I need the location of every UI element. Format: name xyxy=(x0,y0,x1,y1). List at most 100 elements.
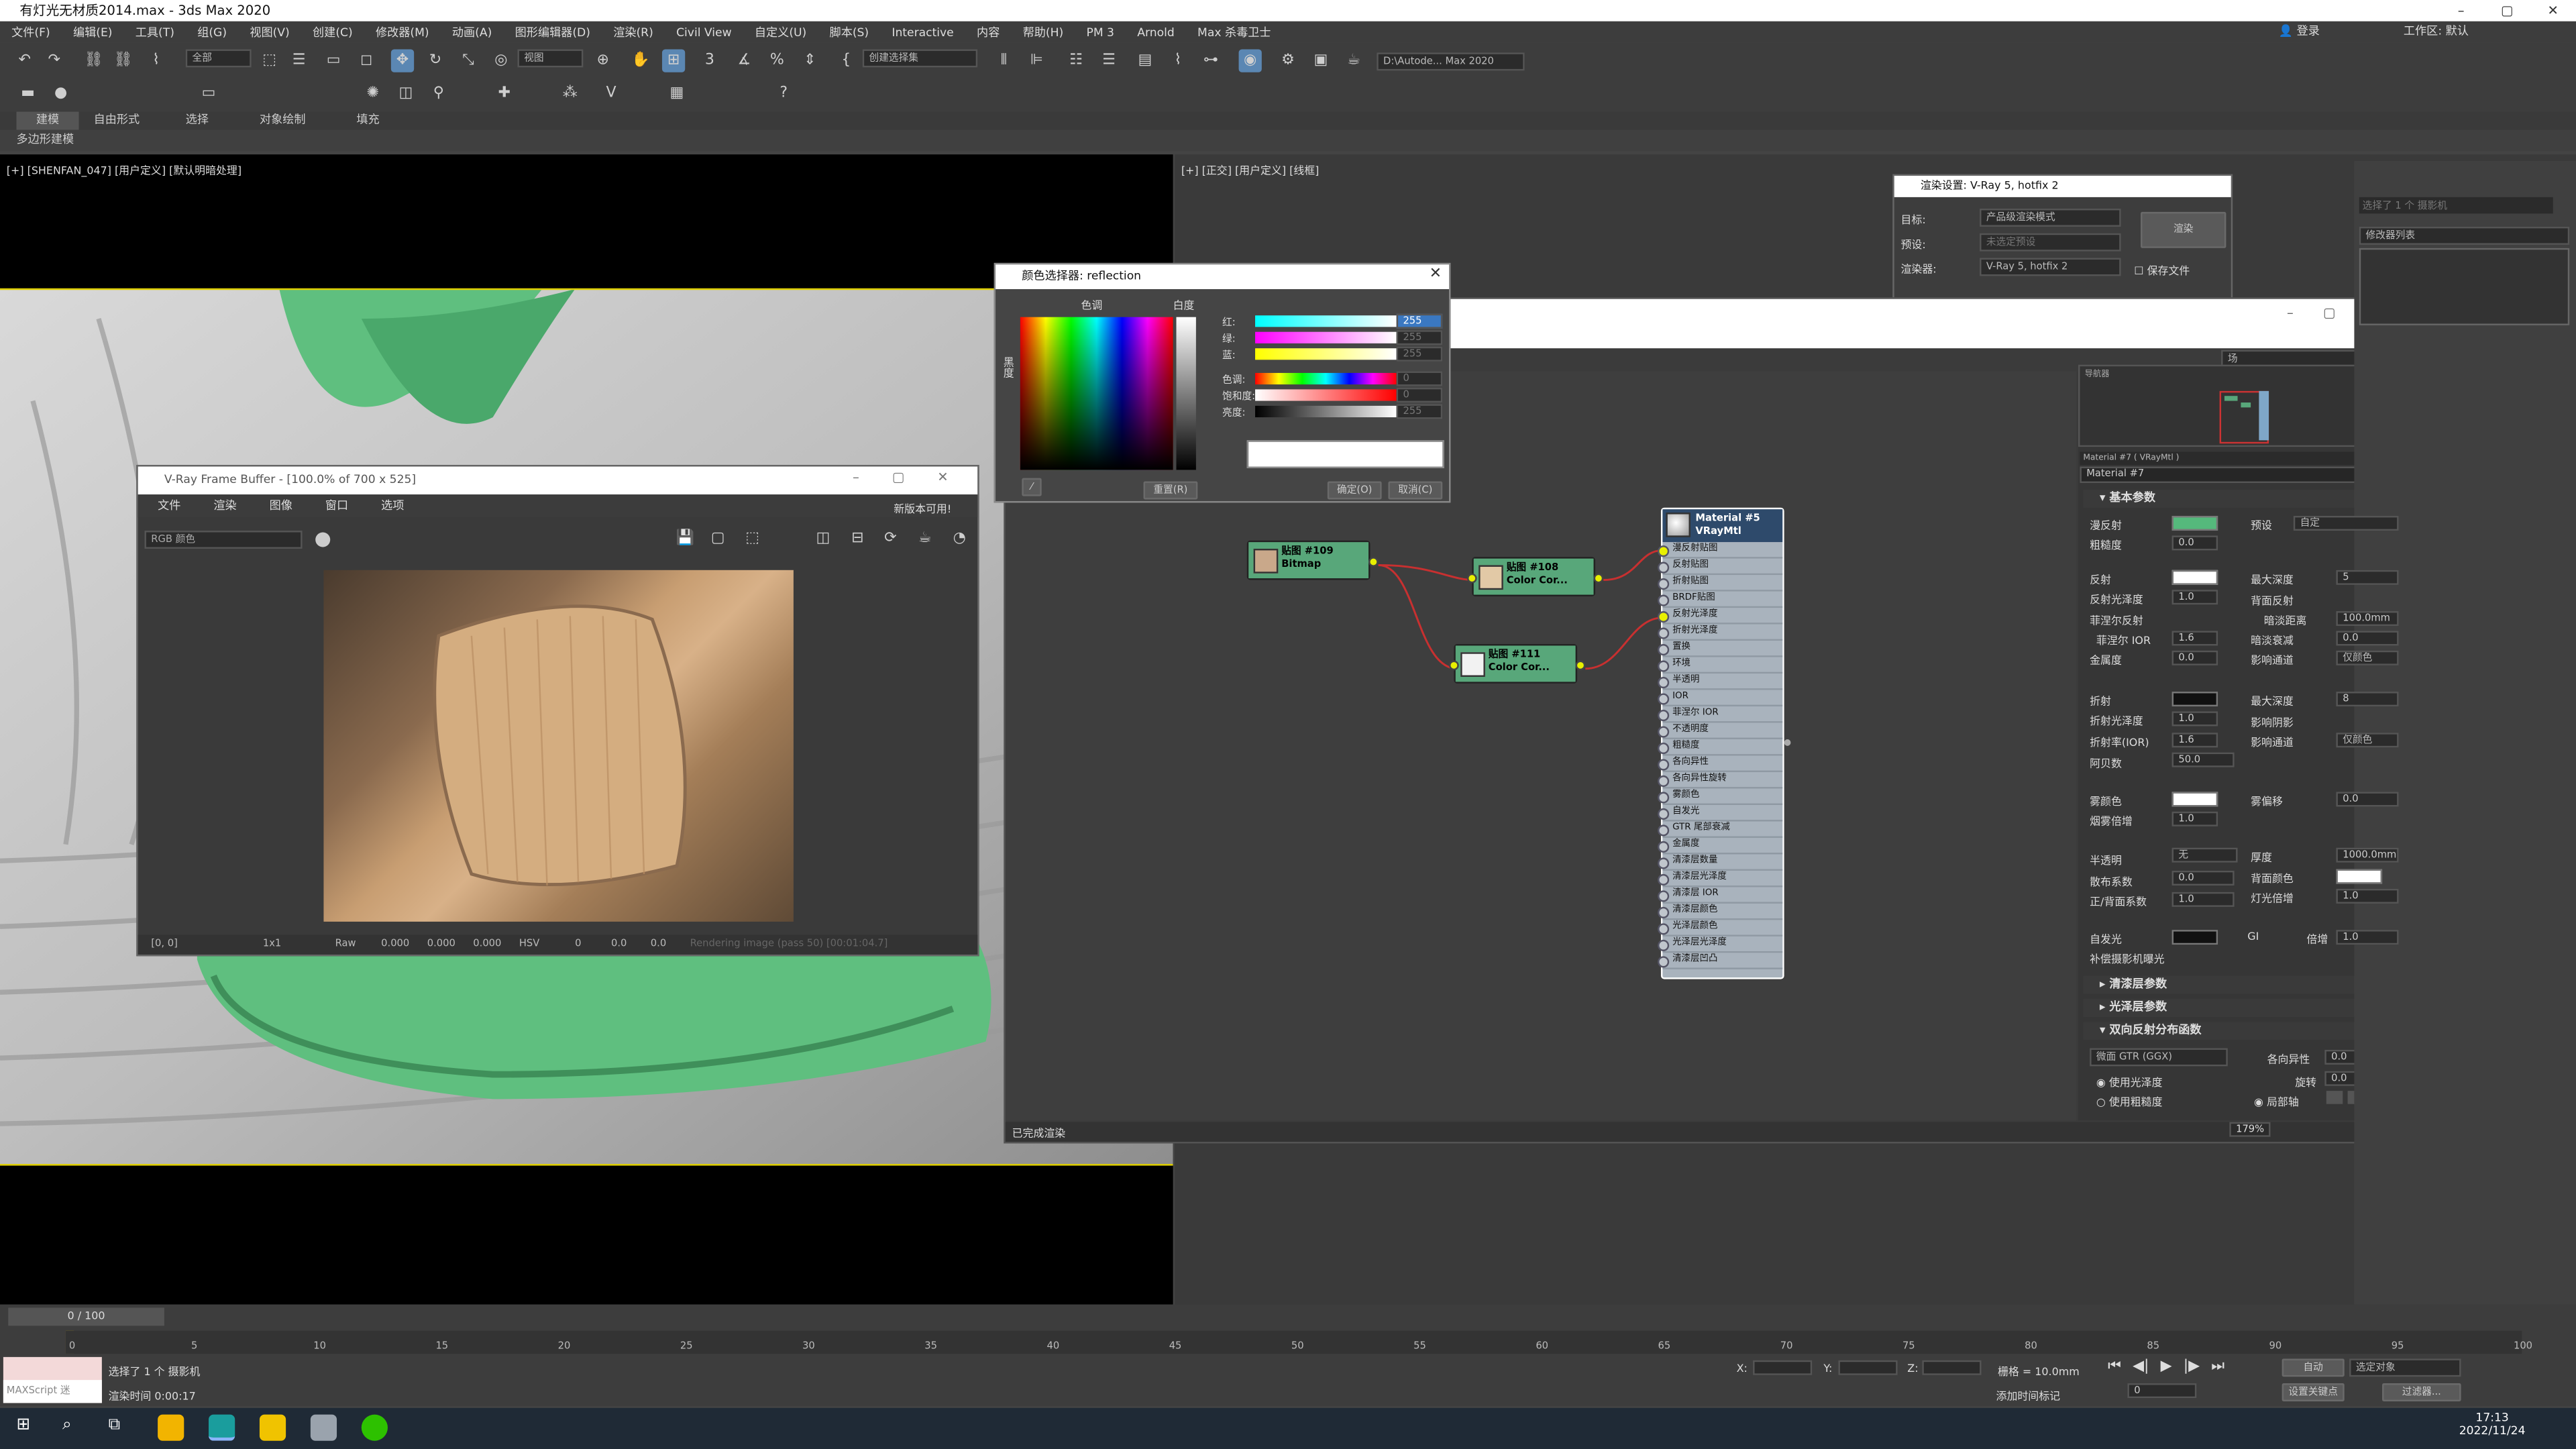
time-slider[interactable]: 0 / 100 xyxy=(8,1307,164,1326)
material-slot[interactable]: 环境 xyxy=(1658,657,1783,674)
channel-slider[interactable] xyxy=(1255,331,1397,343)
material-slot[interactable]: 折射光泽度 xyxy=(1658,624,1783,641)
refl-gloss-spinner[interactable]: 1.0 xyxy=(2171,590,2218,605)
compare-icon[interactable]: ⊟ xyxy=(846,527,869,550)
curve-editor-icon[interactable]: ⌇ xyxy=(1167,49,1189,72)
material-slot[interactable]: 各向异性旋转 xyxy=(1658,772,1783,789)
task-view-icon[interactable]: ⧉ xyxy=(109,1416,120,1434)
file-explorer-icon[interactable] xyxy=(259,1414,286,1441)
window-icon[interactable]: ◻ xyxy=(355,49,378,72)
channel-value-spinner[interactable]: 255 xyxy=(1396,313,1443,329)
whiteness-slider[interactable] xyxy=(1176,317,1196,470)
render-button[interactable]: 渲染 xyxy=(2141,211,2226,248)
rendered-frame-icon[interactable]: ▣ xyxy=(1309,49,1332,72)
gi-checkbox[interactable]: GI xyxy=(2247,930,2259,943)
selection-filter-dropdown[interactable]: 全部 xyxy=(185,49,252,68)
playback-controls[interactable]: ⏮ ◀| ▶ |▶ ⏭ xyxy=(2108,1358,2224,1375)
fresnel-checkbox[interactable]: 菲涅尔反射 xyxy=(2090,611,2143,628)
workspace-selector[interactable]: 工作区: 默认 xyxy=(2404,23,2469,39)
vfb-menu-item[interactable]: 文件 xyxy=(158,494,180,517)
region-icon[interactable]: ⬚ xyxy=(741,527,763,550)
unlink-icon[interactable]: ⛓ xyxy=(112,49,135,72)
material-slot[interactable]: 折射贴图 xyxy=(1658,575,1783,592)
translucency-dropdown[interactable]: 无 xyxy=(2171,847,2238,863)
material-editor-icon[interactable]: ◉ xyxy=(1238,49,1262,72)
reference-coord-dropdown[interactable]: 视图 xyxy=(517,49,584,68)
channel-slider[interactable] xyxy=(1255,315,1397,327)
preset-dropdown[interactable]: 未选定预设 xyxy=(1980,233,2121,252)
color-correct-node-108[interactable]: 贴图 #108 Color Cor... xyxy=(1466,557,1604,596)
abbe-spinner[interactable]: 50.0 xyxy=(2171,752,2235,767)
placement-icon[interactable]: ◎ xyxy=(490,49,513,72)
light-mult-spinner[interactable]: 1.0 xyxy=(2336,888,2399,904)
affect-channels-dropdown[interactable]: 仅颜色 xyxy=(2336,650,2399,665)
diffuse-color[interactable] xyxy=(2171,515,2218,531)
select-icon[interactable]: ⬚ xyxy=(258,49,280,72)
wechat-icon[interactable] xyxy=(361,1414,388,1441)
lock-icon[interactable]: ◫ xyxy=(812,527,835,550)
menu-item[interactable]: Max 杀毒卫士 xyxy=(1186,24,1283,40)
menu-item[interactable]: 帮助(H) xyxy=(1011,24,1075,40)
mirror-icon[interactable]: ⫴ xyxy=(992,49,1015,72)
save-icon[interactable]: 💾 xyxy=(674,527,696,550)
clock[interactable]: 17:13 2022/11/24 xyxy=(2451,1411,2533,1438)
light-icon[interactable]: ✺ xyxy=(362,82,384,105)
app-icon[interactable] xyxy=(310,1414,337,1441)
link-icon[interactable]: ⛓ xyxy=(82,49,105,72)
fog-color[interactable] xyxy=(2171,792,2218,807)
material-slot[interactable]: 反射贴图 xyxy=(1658,558,1783,576)
reflect-color[interactable] xyxy=(2171,570,2218,585)
material-slot[interactable]: 清漆层数量 xyxy=(1658,854,1783,871)
ribbon-tab-populate[interactable]: 填充 xyxy=(356,112,379,130)
reset-button[interactable]: 重置(R) xyxy=(1143,481,1198,500)
named-selection-set-dropdown[interactable]: 创建选择集 xyxy=(862,49,978,68)
scene-explorer-icon[interactable]: ☷ xyxy=(1065,49,1087,72)
affect-shadows-checkbox[interactable]: 影响阴影 xyxy=(2251,713,2294,730)
eyedropper-icon[interactable]: ⁄ xyxy=(1022,478,1042,496)
menu-item[interactable]: 脚本(S) xyxy=(818,24,880,40)
vfb-menu-item[interactable]: 选项 xyxy=(381,494,404,517)
menu-item[interactable]: 图形编辑器(D) xyxy=(503,24,602,40)
rect-select-icon[interactable]: ▭ xyxy=(322,49,345,72)
chrome-icon[interactable] xyxy=(158,1414,184,1441)
close-button[interactable]: ✕ xyxy=(2530,0,2576,21)
auto-key-button[interactable]: 自动 xyxy=(2282,1358,2345,1377)
channel-slider[interactable] xyxy=(1255,372,1397,385)
input-socket[interactable] xyxy=(1449,660,1459,671)
reflect-max-depth-spinner[interactable]: 5 xyxy=(2336,570,2399,585)
material-slot[interactable]: 雾颜色 xyxy=(1658,788,1783,806)
particles-icon[interactable]: ⁂ xyxy=(559,82,582,105)
hue-blackness-field[interactable] xyxy=(1020,317,1173,470)
menu-item[interactable]: PM 3 xyxy=(1075,25,1126,39)
z-field[interactable] xyxy=(1922,1360,1982,1375)
bitmap-node[interactable]: 贴图 #109 Bitmap xyxy=(1246,540,1379,580)
menu-item[interactable]: Arnold xyxy=(1126,25,1186,39)
output-socket[interactable] xyxy=(1593,573,1604,584)
create-box-icon[interactable]: ▬ xyxy=(16,82,39,105)
zoom-dropdown[interactable]: 179% xyxy=(2229,1122,2271,1137)
key-filters-button[interactable]: 过滤器... xyxy=(2382,1383,2461,1401)
maxscript-listener[interactable]: MAXScript 迷 xyxy=(3,1356,102,1403)
viewport-label-right[interactable]: [+] [正交] [用户定义] [线框] xyxy=(1181,161,1320,178)
channel-value-spinner[interactable]: 255 xyxy=(1396,404,1443,419)
refract-color[interactable] xyxy=(2171,692,2218,707)
material-slot[interactable]: 置换 xyxy=(1658,641,1783,657)
metalness-spinner[interactable]: 0.0 xyxy=(2171,650,2218,665)
angle-snap-icon[interactable]: ∡ xyxy=(733,49,755,72)
refract-max-depth-spinner[interactable]: 8 xyxy=(2336,692,2399,707)
current-frame-spinner[interactable]: 0 xyxy=(2127,1383,2197,1399)
maximize-button[interactable]: ▢ xyxy=(2484,0,2530,21)
output-socket[interactable] xyxy=(1784,739,1791,746)
refresh-icon[interactable]: ⟳ xyxy=(879,527,902,550)
3dsmax-icon[interactable] xyxy=(209,1414,235,1441)
percent-snap-icon[interactable]: % xyxy=(765,49,788,72)
key-filter-dropdown[interactable]: 选定对象 xyxy=(2349,1358,2461,1377)
color-mode-dropdown[interactable]: HSV xyxy=(519,934,539,954)
cancel-button[interactable]: 取消(C) xyxy=(1388,481,1443,500)
material-slot[interactable]: 光泽层光泽度 xyxy=(1658,936,1783,953)
self-illum-mult-spinner[interactable]: 1.0 xyxy=(2336,930,2399,945)
channel-value-spinner[interactable]: 255 xyxy=(1396,346,1443,362)
vfb-menu-item[interactable]: 图像 xyxy=(270,494,292,517)
back-reflect-checkbox[interactable]: 背面反射 xyxy=(2251,592,2294,608)
render-image[interactable] xyxy=(323,570,794,922)
